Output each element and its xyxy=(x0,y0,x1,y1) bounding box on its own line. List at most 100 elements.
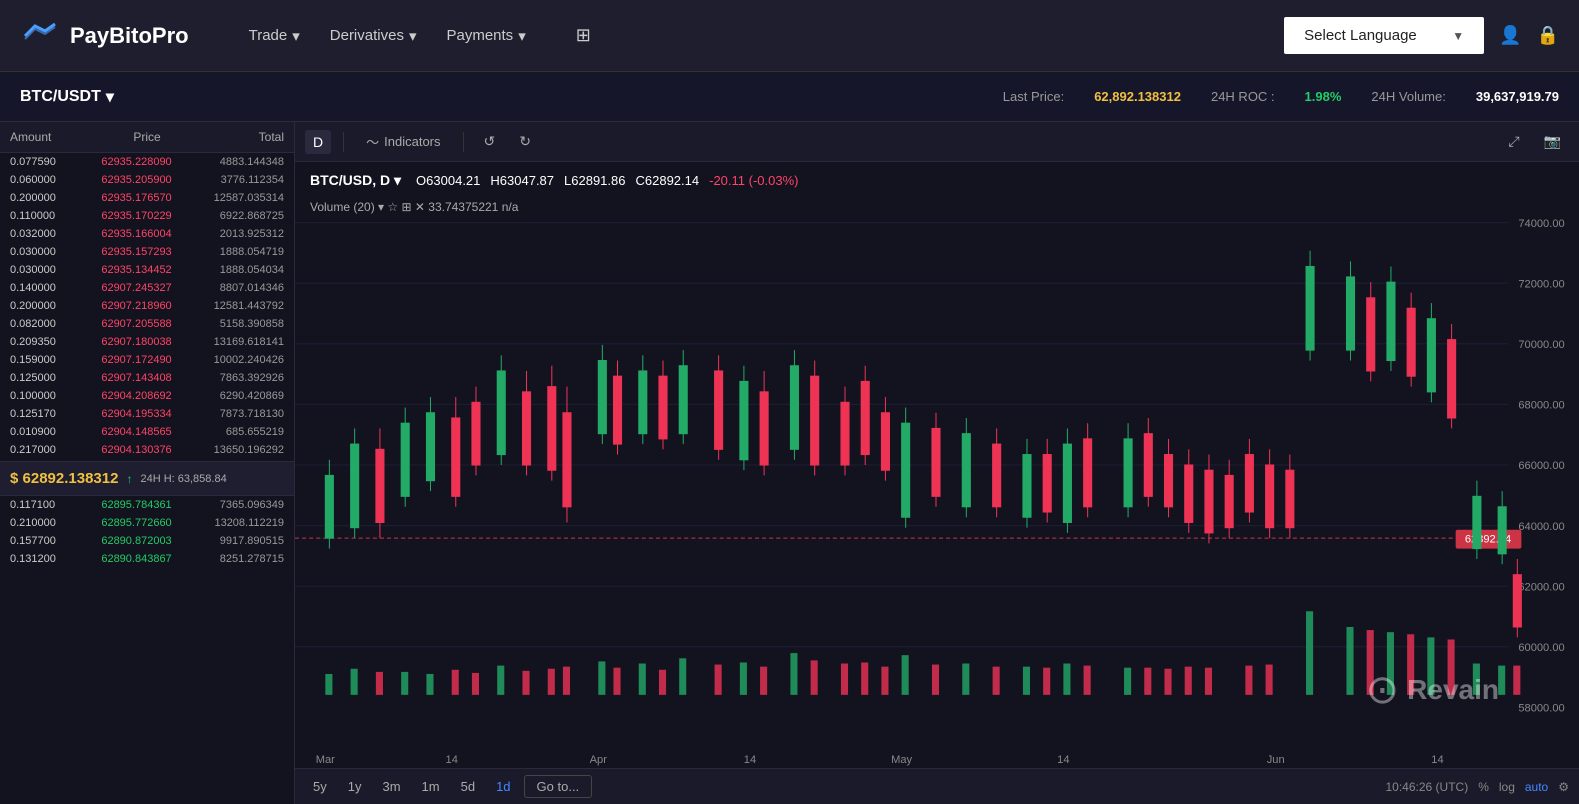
logo-icon xyxy=(20,21,60,51)
timerange-3m-btn[interactable]: 3m xyxy=(374,776,408,797)
table-row: 0.11000062935.1702296922.868725 xyxy=(0,207,294,225)
svg-text:Apr: Apr xyxy=(590,754,608,766)
svg-text:Mar: Mar xyxy=(316,754,335,766)
price-direction-arrow: ↑ xyxy=(126,472,132,486)
nav-items: Trade ▾ Derivatives ▾ Payments ▾ ⊞ xyxy=(249,25,591,46)
goto-btn[interactable]: Go to... xyxy=(524,775,593,798)
header: PayBitoPro Trade ▾ Derivatives ▾ Payment… xyxy=(0,0,1579,72)
lock-icon-btn[interactable]: 🔒 xyxy=(1537,25,1559,46)
price-change: -20.11 (-0.03%) xyxy=(709,173,798,188)
table-row: 0.12517062904.1953347873.718130 xyxy=(0,405,294,423)
svg-text:Jun: Jun xyxy=(1267,754,1285,766)
logo-area: PayBitoPro xyxy=(20,21,189,51)
toolbar-divider xyxy=(343,132,344,152)
lang-dropdown-arrow: ▼ xyxy=(1452,29,1464,43)
orderbook-header: Amount Price Total xyxy=(0,122,294,153)
last-price-label: Last Price: xyxy=(1003,89,1064,104)
chart-area: D 〜 Indicators ↺ ↻ ⤢ 📷 BTC/USD, D ▾ xyxy=(295,122,1579,804)
table-row: 0.20000062935.17657012587.035314 xyxy=(0,189,294,207)
svg-text:May: May xyxy=(891,754,912,766)
timerange-1m-btn[interactable]: 1m xyxy=(414,776,448,797)
timeframe-D-btn[interactable]: D xyxy=(305,130,331,154)
table-row: 0.03200062935.1660042013.925312 xyxy=(0,225,294,243)
svg-text:14: 14 xyxy=(1431,754,1443,766)
open-value: O63004.21 xyxy=(416,173,480,188)
svg-text:62000.00: 62000.00 xyxy=(1518,581,1564,593)
svg-text:14: 14 xyxy=(446,754,458,766)
ticker-stats: Last Price: 62,892.138312 24H ROC : 1.98… xyxy=(1003,89,1559,104)
svg-text:64000.00: 64000.00 xyxy=(1518,521,1564,533)
chart-ohlc: O63004.21 H63047.87 L62891.86 C62892.14 … xyxy=(416,173,798,188)
grid-menu-icon[interactable]: ⊞ xyxy=(576,25,591,46)
svg-text:14: 14 xyxy=(1057,754,1069,766)
redo-btn[interactable]: ↻ xyxy=(511,129,539,154)
table-row: 0.07759062935.2280904883.144348 xyxy=(0,153,294,171)
table-row: 0.15900062907.17249010002.240426 xyxy=(0,351,294,369)
nav-derivatives[interactable]: Derivatives ▾ xyxy=(330,27,417,45)
fullscreen-btn[interactable]: ⤢ xyxy=(1500,129,1527,154)
revain-text: Revain xyxy=(1407,674,1499,706)
table-row: 0.11710062895.7843617365.096349 xyxy=(0,496,294,514)
nav-trade[interactable]: Trade ▾ xyxy=(249,27,300,45)
chart-canvas: BTC/USD, D ▾ O63004.21 H63047.87 L62891.… xyxy=(295,162,1579,768)
chart-right-tools: ⤢ 📷 xyxy=(1500,129,1569,154)
pct-btn[interactable]: % xyxy=(1478,780,1489,794)
sell-orders: 0.07759062935.2280904883.1443480.0600006… xyxy=(0,153,294,461)
chevron-down-icon: ▾ xyxy=(292,27,300,45)
header-right: Select Language ▼ 👤 🔒 xyxy=(1284,17,1559,54)
wave-icon: 〜 xyxy=(366,132,379,151)
last-price-value: 62,892.138312 xyxy=(1094,89,1181,104)
chart-toolbar: D 〜 Indicators ↺ ↻ ⤢ 📷 xyxy=(295,122,1579,162)
timerange-5d-btn[interactable]: 5d xyxy=(453,776,483,797)
chart-time-utc: 10:46:26 (UTC) xyxy=(1385,780,1468,794)
revain-watermark: ⊙ Revain xyxy=(1366,667,1499,713)
svg-text:70000.00: 70000.00 xyxy=(1518,339,1564,351)
toolbar-divider-2 xyxy=(463,132,464,152)
timerange-1d-btn[interactable]: 1d xyxy=(488,776,518,797)
table-row: 0.06000062935.2059003776.112354 xyxy=(0,171,294,189)
indicators-btn[interactable]: 〜 Indicators xyxy=(356,128,450,155)
undo-btn[interactable]: ↺ xyxy=(476,129,504,154)
table-row: 0.01090062904.148565685.655219 xyxy=(0,423,294,441)
buy-orders: 0.11710062895.7843617365.0963490.2100006… xyxy=(0,496,294,804)
chevron-down-icon: ▾ xyxy=(518,27,526,45)
volume-indicator: Volume (20) ▾ ☆ ⊞ ✕ 33.74375221 n/a xyxy=(310,200,518,214)
screenshot-btn[interactable]: 📷 xyxy=(1536,129,1569,154)
revain-logo-icon: ⊙ xyxy=(1366,667,1400,713)
pair-dropdown-arrow: ▾ xyxy=(106,87,114,107)
table-row: 0.13120062890.8438678251.278715 xyxy=(0,550,294,568)
main-layout: Amount Price Total 0.07759062935.2280904… xyxy=(0,122,1579,804)
pair-selector[interactable]: BTC/USDT ▾ xyxy=(20,87,114,107)
table-row: 0.20935062907.18003813169.618141 xyxy=(0,333,294,351)
timerange-5y-btn[interactable]: 5y xyxy=(305,776,335,797)
high-value: H63047.87 xyxy=(490,173,554,188)
timerange-1y-btn[interactable]: 1y xyxy=(340,776,370,797)
table-row: 0.08200062907.2055885158.390858 xyxy=(0,315,294,333)
user-icon-btn[interactable]: 👤 xyxy=(1499,25,1521,46)
svg-text:72000.00: 72000.00 xyxy=(1518,278,1564,290)
close-value: C62892.14 xyxy=(636,173,700,188)
current-price-row: $ 62892.138312 ↑ 24H H: 63,858.84 xyxy=(0,461,294,496)
svg-text:74000.00: 74000.00 xyxy=(1518,218,1564,230)
ob-col-total: Total xyxy=(193,130,284,144)
svg-text:14: 14 xyxy=(744,754,756,766)
chart-bottom-right: 10:46:26 (UTC) % log auto ⚙ xyxy=(1385,780,1569,794)
chart-bottom-bar: 5y 1y 3m 1m 5d 1d Go to... 10:46:26 (UTC… xyxy=(295,768,1579,804)
settings-icon[interactable]: ⚙ xyxy=(1558,780,1569,794)
table-row: 0.15770062890.8720039917.890515 xyxy=(0,532,294,550)
chart-symbol: BTC/USD, D ▾ xyxy=(310,172,401,189)
auto-btn[interactable]: auto xyxy=(1525,780,1548,794)
current-price-value: $ 62892.138312 xyxy=(10,470,118,487)
language-selector[interactable]: Select Language ▼ xyxy=(1284,17,1484,54)
table-row: 0.21700062904.13037613650.196292 xyxy=(0,441,294,459)
roc-label: 24H ROC : xyxy=(1211,89,1275,104)
table-row: 0.12500062907.1434087863.392926 xyxy=(0,369,294,387)
svg-text:66000.00: 66000.00 xyxy=(1518,460,1564,472)
chevron-down-icon: ▾ xyxy=(409,27,417,45)
log-btn[interactable]: log xyxy=(1499,780,1515,794)
nav-payments[interactable]: Payments ▾ xyxy=(446,27,525,45)
svg-text:60000.00: 60000.00 xyxy=(1518,642,1564,654)
volume-label: 24H Volume: xyxy=(1371,89,1445,104)
24h-high-value: 24H H: 63,858.84 xyxy=(140,473,226,485)
ob-col-price: Price xyxy=(101,130,192,144)
